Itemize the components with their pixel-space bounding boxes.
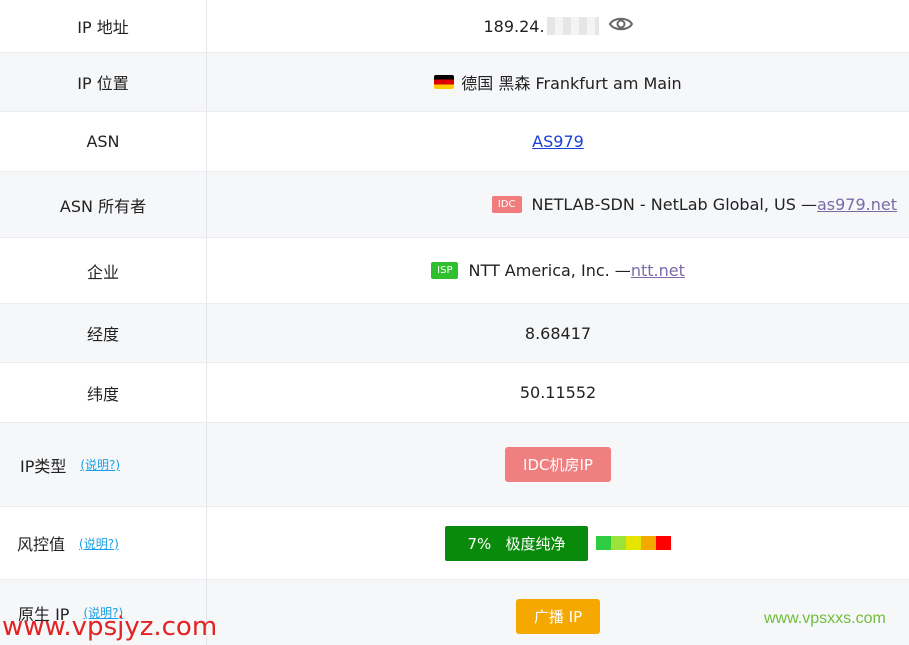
ip-blurred-part bbox=[546, 17, 599, 35]
risk-meter-segment bbox=[610, 536, 626, 550]
eye-icon[interactable] bbox=[608, 16, 633, 36]
label-asn: ASN bbox=[0, 112, 207, 171]
risk-meter-segment bbox=[625, 536, 641, 550]
label-ip-address: IP 地址 bbox=[0, 0, 207, 52]
company-domain-link[interactable]: ntt.net bbox=[631, 261, 685, 280]
label-asn-owner: ASN 所有者 bbox=[0, 172, 207, 237]
label-longitude: 经度 bbox=[0, 304, 207, 362]
row-ip-type: IP类型 (说明?) IDC机房IP bbox=[0, 423, 909, 507]
risk-meter-segment bbox=[640, 536, 656, 550]
risk-help-link[interactable]: (说明?) bbox=[79, 535, 119, 552]
value-longitude: 8.68417 bbox=[524, 323, 592, 343]
row-longitude: 经度 8.68417 bbox=[0, 304, 909, 363]
label-latitude: 纬度 bbox=[0, 363, 207, 422]
risk-meter-segment bbox=[655, 536, 671, 550]
row-company: 企业 ISP NTT America, Inc. — ntt.net bbox=[0, 238, 909, 304]
value-ip-location: 德国 黑森 Frankfurt am Main bbox=[207, 53, 909, 111]
ip-info-table: IP 地址 189.24. IP 位置 德国 黑森 Frankfurt am M… bbox=[0, 0, 909, 645]
value-latitude: 50.11552 bbox=[519, 383, 597, 402]
value-company: ISP NTT America, Inc. — ntt.net bbox=[207, 238, 909, 303]
asn-link[interactable]: AS979 bbox=[532, 132, 584, 151]
value-ip-type: IDC机房IP bbox=[207, 423, 909, 506]
value-asn-owner: IDC NETLAB-SDN - NetLab Global, US — as9… bbox=[207, 172, 909, 237]
native-ip-badge: 广播 IP bbox=[515, 599, 601, 634]
row-latitude: 纬度 50.11552 bbox=[0, 363, 909, 423]
risk-meter-segment bbox=[595, 536, 611, 550]
row-asn-owner: ASN 所有者 IDC NETLAB-SDN - NetLab Global, … bbox=[0, 172, 909, 238]
row-ip-location: IP 位置 德国 黑森 Frankfurt am Main bbox=[0, 53, 909, 112]
label-risk-score: 风控值 (说明?) bbox=[0, 507, 207, 579]
row-ip-address: IP 地址 189.24. bbox=[0, 0, 909, 53]
value-risk-score: 7% 极度纯净 bbox=[207, 507, 909, 579]
ip-address-text: 189.24. bbox=[483, 16, 545, 36]
value-asn: AS979 bbox=[207, 112, 909, 171]
location-text: 德国 黑森 Frankfurt am Main bbox=[461, 74, 682, 93]
label-company: 企业 bbox=[0, 238, 207, 303]
label-ip-location: IP 位置 bbox=[0, 53, 207, 111]
watermark-left: www.vpsjyz.com bbox=[2, 612, 218, 642]
label-ip-type: IP类型 (说明?) bbox=[0, 423, 207, 506]
germany-flag-icon bbox=[434, 75, 455, 89]
row-risk-score: 风控值 (说明?) 7% 极度纯净 bbox=[0, 507, 909, 580]
watermark-right: www.vpsxxs.com bbox=[764, 610, 886, 627]
asn-owner-text: NETLAB-SDN - NetLab Global, US — bbox=[531, 195, 817, 214]
ip-type-badge: IDC机房IP bbox=[505, 447, 611, 482]
value-ip-address: 189.24. bbox=[207, 0, 909, 52]
risk-meter bbox=[595, 536, 671, 550]
ip-type-help-link[interactable]: (说明?) bbox=[80, 456, 120, 473]
idc-tag: IDC bbox=[491, 196, 522, 213]
asn-owner-domain-link[interactable]: as979.net bbox=[817, 195, 897, 214]
risk-score-badge: 7% 极度纯净 bbox=[445, 525, 588, 561]
row-asn: ASN AS979 bbox=[0, 112, 909, 172]
isp-tag: ISP bbox=[431, 262, 459, 279]
company-text: NTT America, Inc. — bbox=[468, 261, 631, 280]
